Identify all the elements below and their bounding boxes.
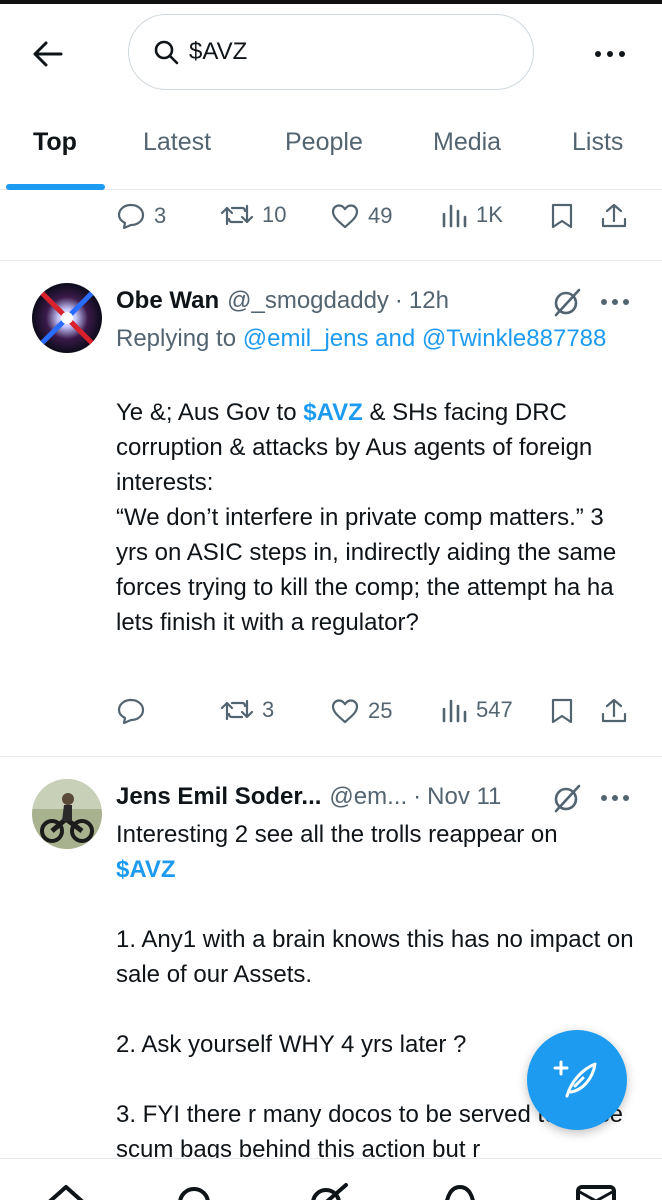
- replying-to-label: Replying to: [116, 325, 237, 352]
- retweet-icon: [220, 699, 254, 721]
- active-tab-indicator: [6, 184, 105, 190]
- prev-tweet-actions: 3 10 49 1K: [0, 202, 662, 242]
- author-handle[interactable]: @_smogdaddy: [227, 287, 389, 315]
- tab-lists[interactable]: Lists: [572, 128, 623, 157]
- messages-icon[interactable]: [574, 1181, 618, 1200]
- tweet-actions: 3 25 547: [0, 697, 662, 737]
- share-icon: [601, 203, 627, 228]
- like-count: 49: [368, 203, 393, 228]
- tweet-time[interactable]: Nov 11: [427, 783, 501, 811]
- tweet-header: Jens Emil Soder... @em... · Nov 11: [116, 783, 501, 811]
- more-options-button[interactable]: [588, 34, 632, 74]
- reply-button[interactable]: [116, 697, 154, 725]
- tweet-header: Obe Wan @_smogdaddy · 12h: [116, 287, 449, 315]
- tweet-point-2: 2. Ask yourself WHY 4 yrs later ?: [116, 1031, 467, 1058]
- search-tabs: Top Latest People Media Lists: [0, 122, 662, 190]
- tweet-text-intro: Interesting 2 see all the trolls reappea…: [116, 821, 558, 848]
- cashtag-link[interactable]: $AVZ: [303, 399, 363, 426]
- search-icon: [153, 38, 181, 66]
- share-icon: [601, 698, 627, 723]
- replying-and: and: [375, 325, 416, 352]
- reply-count: 3: [154, 203, 167, 228]
- compose-tweet-button[interactable]: [527, 1030, 627, 1130]
- tab-media[interactable]: Media: [433, 128, 501, 157]
- like-icon: [331, 699, 359, 724]
- compose-icon: [553, 1060, 597, 1098]
- retweet-count: 10: [262, 202, 287, 227]
- notifications-icon[interactable]: [438, 1181, 482, 1200]
- tweet-header-icons: [552, 287, 630, 317]
- tweet-text-start: Ye &; Aus Gov to: [116, 399, 297, 426]
- avatar[interactable]: [32, 779, 102, 849]
- avatar[interactable]: [32, 283, 102, 353]
- back-arrow-icon: [33, 41, 63, 67]
- reply-context: Replying to @emil_jens and @Twinkle88778…: [116, 321, 636, 356]
- separator-dot: ·: [394, 287, 403, 314]
- author-name[interactable]: Jens Emil Soder...: [116, 783, 321, 811]
- views-icon: [442, 699, 467, 723]
- share-button[interactable]: [600, 202, 628, 230]
- like-button[interactable]: 25: [330, 697, 392, 725]
- bookmark-icon: [551, 698, 573, 724]
- mention-link[interactable]: @emil_jens: [243, 325, 369, 352]
- grok-icon[interactable]: [552, 783, 582, 813]
- views-count: 1K: [476, 202, 503, 227]
- tweet-point-1: 1. Any1 with a brain knows this has no i…: [116, 926, 634, 988]
- cashtag-link[interactable]: $AVZ: [116, 856, 176, 883]
- like-count: 25: [368, 698, 393, 723]
- views-count: 547: [476, 697, 513, 722]
- reply-icon: [117, 203, 145, 230]
- tab-latest[interactable]: Latest: [143, 128, 211, 157]
- author-handle[interactable]: @em...: [329, 783, 407, 811]
- reply-icon: [117, 698, 145, 725]
- separator-dot: ·: [413, 783, 422, 810]
- home-icon[interactable]: [44, 1181, 88, 1200]
- more-icon: [595, 51, 625, 57]
- retweet-icon: [220, 204, 254, 226]
- views-button[interactable]: 547: [440, 697, 513, 723]
- explore-icon[interactable]: [172, 1181, 216, 1200]
- bookmark-icon: [551, 203, 573, 229]
- like-button[interactable]: 49: [330, 202, 392, 230]
- retweet-button[interactable]: 3: [220, 697, 274, 723]
- more-icon[interactable]: [600, 298, 630, 306]
- author-name[interactable]: Obe Wan: [116, 287, 219, 315]
- tab-people[interactable]: People: [285, 128, 363, 157]
- tweet-text-quote: “We don’t interfere in private comp matt…: [116, 504, 617, 636]
- grok-icon[interactable]: [306, 1181, 350, 1200]
- retweet-count: 3: [262, 697, 275, 722]
- tweet-header-icons: [552, 783, 630, 813]
- more-icon[interactable]: [600, 794, 630, 802]
- tweet-body: Ye &; Aus Gov to $AVZ & SHs facing DRC c…: [116, 395, 636, 640]
- bottom-navigation: [0, 1158, 662, 1200]
- bookmark-button[interactable]: [550, 202, 574, 230]
- tab-top[interactable]: Top: [33, 128, 77, 157]
- views-icon: [442, 204, 467, 228]
- retweet-button[interactable]: 10: [220, 202, 286, 228]
- share-button[interactable]: [600, 697, 628, 725]
- views-button[interactable]: 1K: [440, 202, 503, 228]
- back-button[interactable]: [28, 34, 68, 74]
- grok-icon[interactable]: [552, 287, 582, 317]
- search-header: Top Latest People Media Lists: [0, 4, 662, 190]
- bookmark-button[interactable]: [550, 697, 574, 725]
- search-field[interactable]: [128, 14, 534, 90]
- like-icon: [331, 204, 359, 229]
- reply-button[interactable]: 3: [116, 202, 166, 230]
- search-input[interactable]: [189, 38, 509, 66]
- mention-link[interactable]: @Twinkle887788: [422, 325, 606, 352]
- tweet-time[interactable]: 12h: [409, 287, 449, 315]
- tweet-1[interactable]: Obe Wan @_smogdaddy · 12h Replying to @e…: [0, 261, 662, 755]
